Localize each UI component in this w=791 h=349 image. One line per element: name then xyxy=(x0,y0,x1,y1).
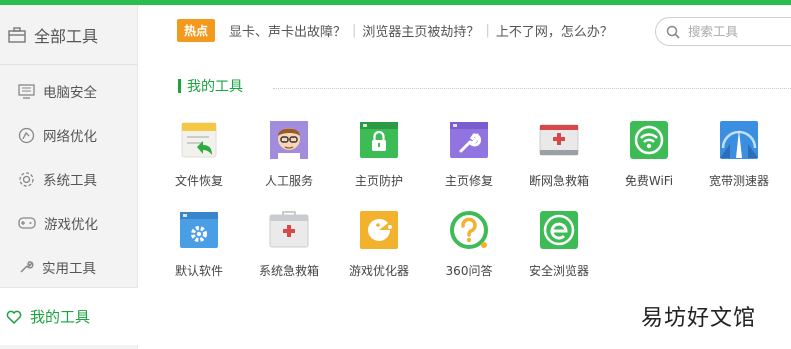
sidebar-item-my-tools[interactable]: 我的工具 xyxy=(0,287,138,345)
safe-browser-icon xyxy=(540,211,578,249)
game-optimizer-icon xyxy=(360,211,398,249)
section-title: 我的工具 xyxy=(178,76,243,96)
search-icon xyxy=(666,25,680,39)
tool-free-wifi[interactable]: 免费WiFi xyxy=(605,120,693,189)
search-input[interactable] xyxy=(688,24,788,39)
hot-link[interactable]: 上不了网，怎么办？ xyxy=(496,21,613,40)
sidebar-all-tools-label: 全部工具 xyxy=(34,26,99,46)
sidebar: 全部工具 电脑安全 网络优化 系统工具 游戏优化 实用工具 我的工具 xyxy=(0,5,138,349)
hot-link[interactable]: 浏览器主页被劫持？ xyxy=(362,21,479,40)
tool-safe-browser[interactable]: 安全浏览器 xyxy=(515,210,603,279)
tool-default-software[interactable]: 默认软件 xyxy=(155,210,243,279)
monitor-icon xyxy=(18,83,35,99)
tool-game-optimizer[interactable]: 游戏优化器 xyxy=(335,210,423,279)
hot-link[interactable]: 显卡、声卡出故障？ xyxy=(229,21,346,40)
sidebar-item-label: 实用工具 xyxy=(42,261,96,277)
tool-label: 主页防护 xyxy=(354,174,403,188)
sidebar-item-game[interactable]: 游戏优化 xyxy=(0,201,137,245)
question-icon xyxy=(450,211,488,249)
sidebar-item-label: 游戏优化 xyxy=(44,217,98,233)
network-firstaid-icon xyxy=(539,124,579,156)
default-software-icon xyxy=(180,212,218,248)
main-panel: 热点 显卡、声卡出故障？ | 浏览器主页被劫持？ | 上不了网，怎么办？ 我的工… xyxy=(139,5,791,349)
sidebar-item-utility[interactable]: 实用工具 xyxy=(0,245,137,289)
tool-network-firstaid[interactable]: 断网急救箱 xyxy=(515,120,603,189)
section-title-bar xyxy=(178,79,181,93)
tool-360-qa[interactable]: 360问答 xyxy=(425,210,513,279)
watermark-text: 易坊好文馆 xyxy=(641,306,757,331)
sidebar-item-pc-security[interactable]: 电脑安全 xyxy=(0,69,137,113)
separator: | xyxy=(485,22,490,38)
hot-badge: 热点 xyxy=(177,18,216,42)
sidebar-item-system[interactable]: 系统工具 xyxy=(0,157,137,201)
network-icon xyxy=(18,127,35,143)
tool-label: 断网急救箱 xyxy=(528,174,589,188)
tool-homepage-repair[interactable]: 主页修复 xyxy=(425,120,513,189)
sidebar-item-network[interactable]: 网络优化 xyxy=(0,113,137,157)
tool-label: 游戏优化器 xyxy=(348,264,409,278)
homepage-lock-icon xyxy=(360,122,398,158)
separator: | xyxy=(352,22,357,38)
wrench-icon xyxy=(20,261,34,273)
sidebar-item-label: 我的工具 xyxy=(30,308,91,326)
sidebar-item-label: 系统工具 xyxy=(43,173,97,189)
sidebar-all-tools[interactable]: 全部工具 xyxy=(0,5,137,65)
section-divider xyxy=(273,88,791,89)
tool-speedtest[interactable]: 宽带测速器 xyxy=(695,120,783,189)
support-person-icon xyxy=(270,121,308,159)
wifi-icon xyxy=(630,121,668,159)
search-box[interactable] xyxy=(655,17,791,46)
tool-system-firstaid[interactable]: 系统急救箱 xyxy=(245,210,333,279)
gamepad-icon xyxy=(18,217,36,229)
file-restore-icon xyxy=(181,122,217,158)
tool-label: 人工服务 xyxy=(264,174,313,188)
homepage-repair-icon xyxy=(450,122,488,158)
tool-file-restore[interactable]: 文件恢复 xyxy=(155,120,243,189)
tool-label: 系统急救箱 xyxy=(258,264,319,278)
toolbox-icon xyxy=(8,26,26,43)
gear-icon xyxy=(19,171,34,187)
sidebar-item-label: 电脑安全 xyxy=(43,85,97,101)
tool-homepage-protect[interactable]: 主页防护 xyxy=(335,120,423,189)
system-firstaid-icon xyxy=(269,211,309,248)
speedtest-icon xyxy=(720,121,758,159)
tool-label: 默认软件 xyxy=(174,264,223,278)
tool-label: 安全浏览器 xyxy=(528,264,589,278)
tool-label: 文件恢复 xyxy=(174,174,223,188)
tool-support[interactable]: 人工服务 xyxy=(245,120,333,189)
section-title-text: 我的工具 xyxy=(187,79,243,95)
tool-label: 免费WiFi xyxy=(624,174,674,188)
sidebar-item-label: 网络优化 xyxy=(43,129,97,145)
tool-label: 主页修复 xyxy=(444,174,493,188)
heart-icon xyxy=(6,310,22,324)
tool-label: 宽带测速器 xyxy=(708,174,769,188)
tool-label: 360问答 xyxy=(445,264,493,278)
